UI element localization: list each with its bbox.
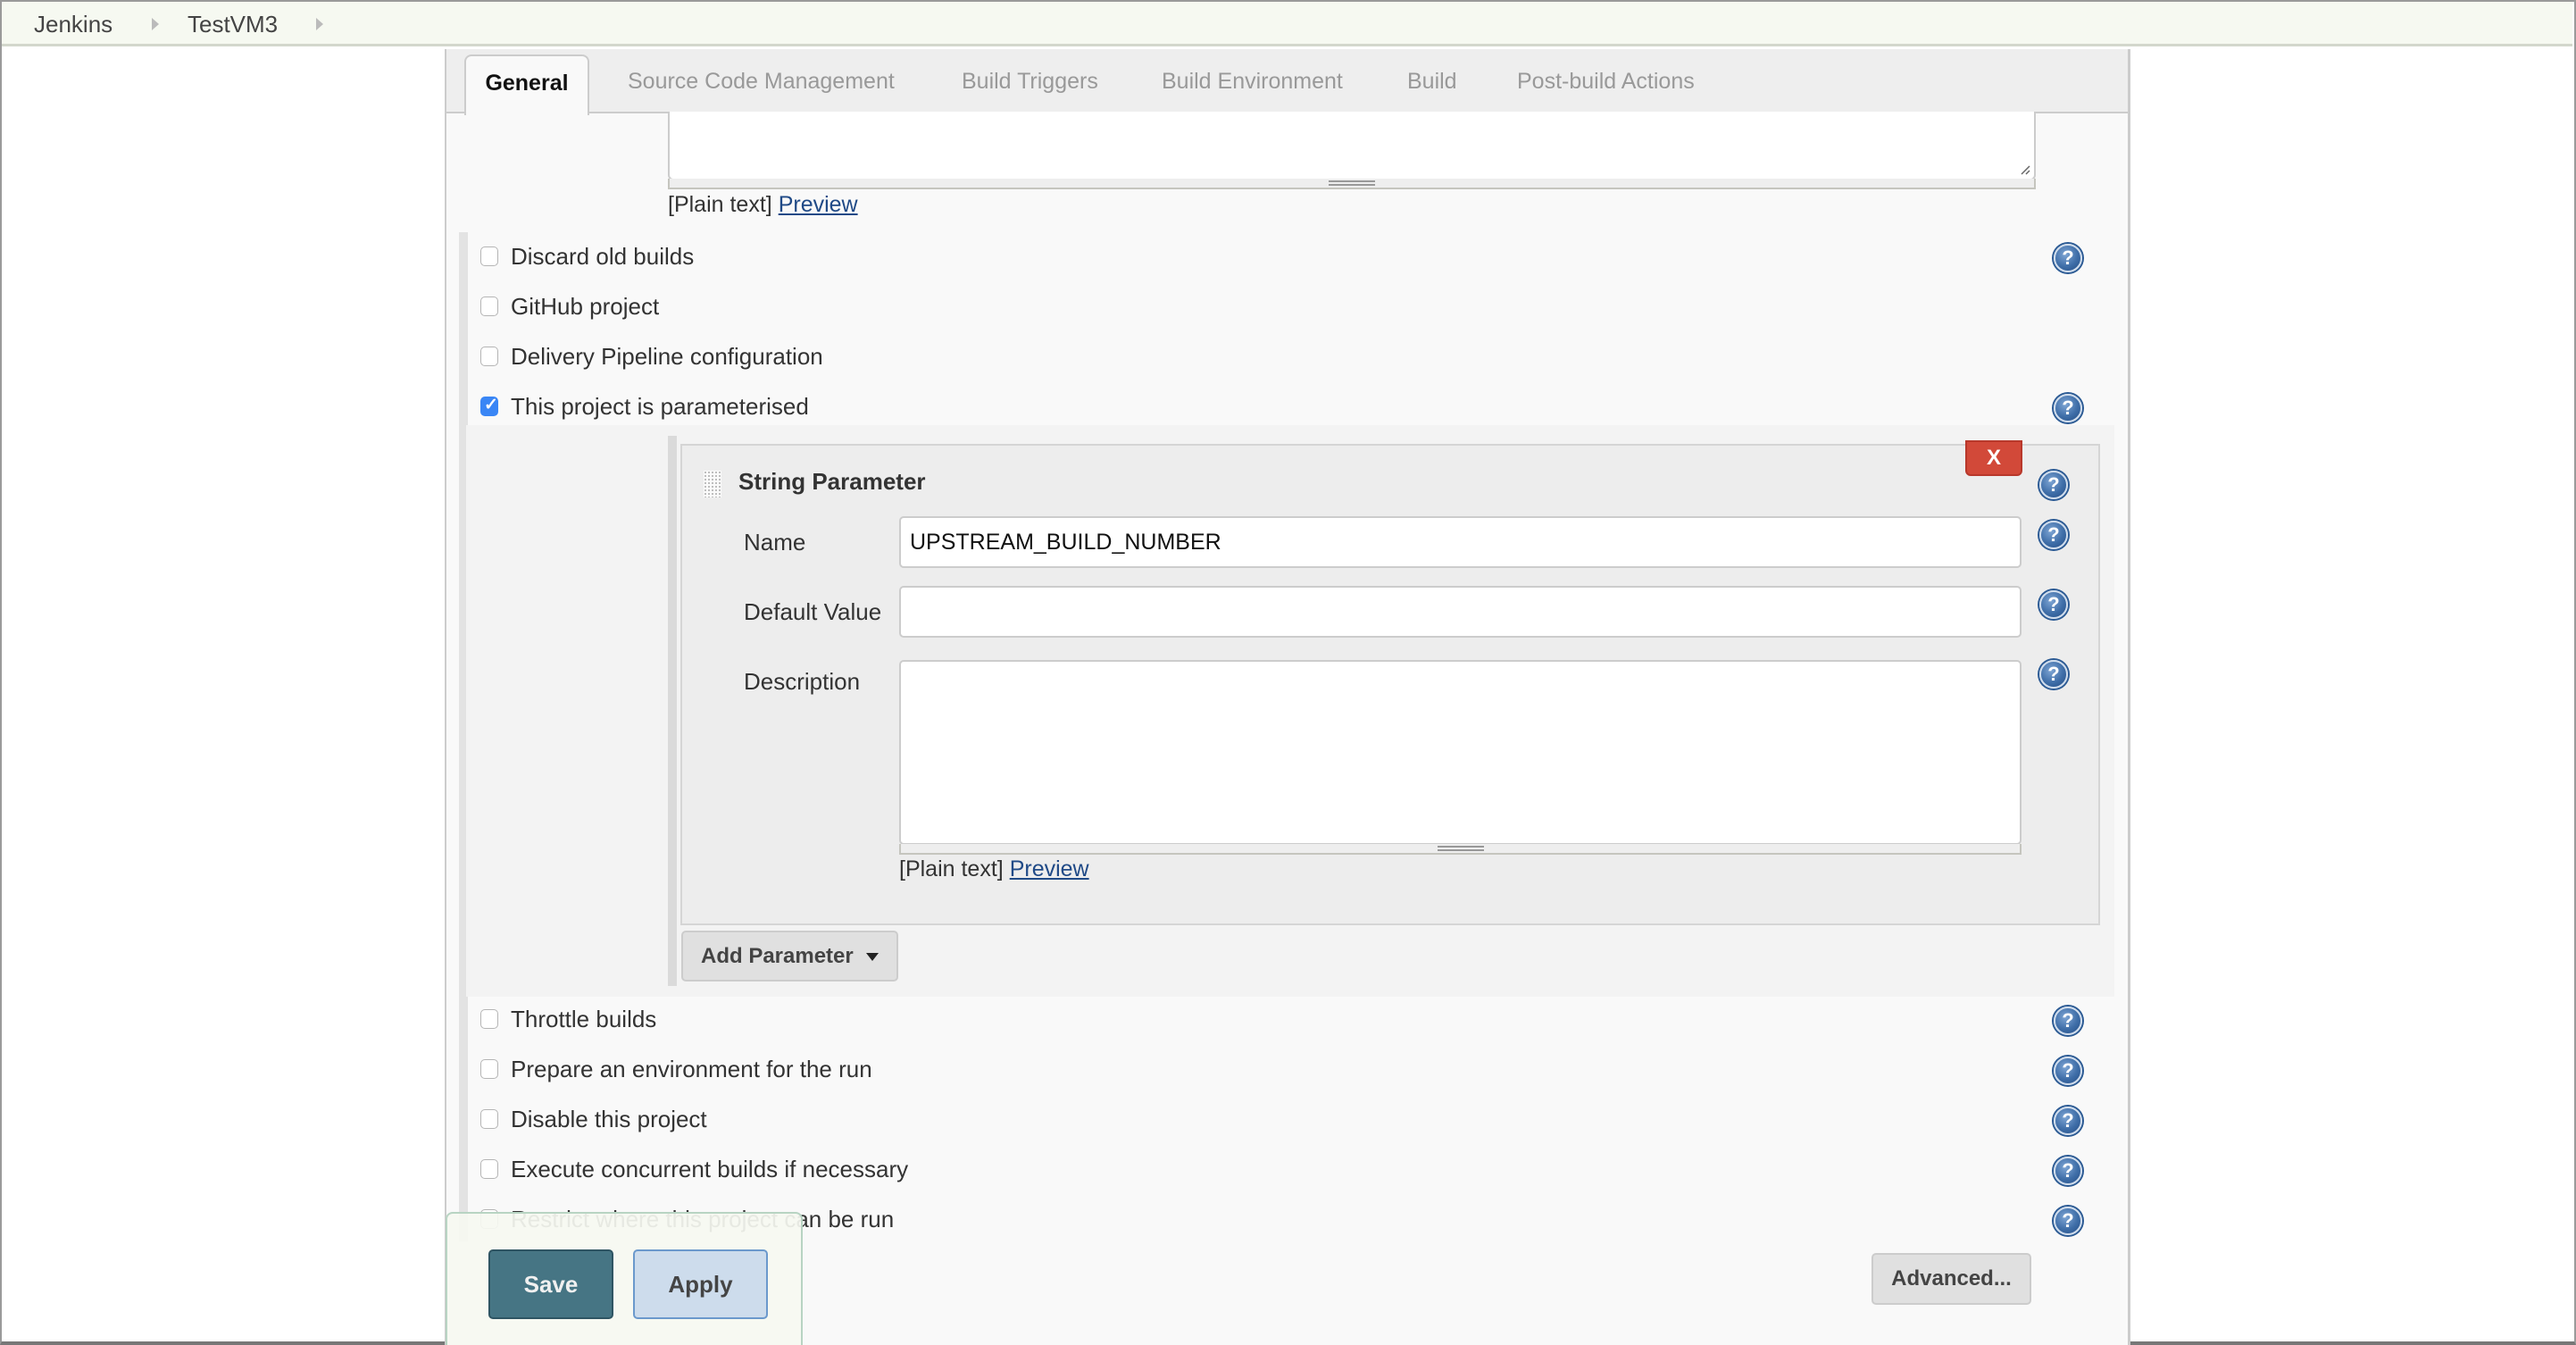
option-label: Throttle builds: [511, 1005, 657, 1032]
checkbox-concurrent-builds[interactable]: [480, 1159, 498, 1179]
breadcrumb: Jenkins TestVM3: [2, 2, 2572, 46]
help-icon[interactable]: ?: [2039, 471, 2068, 499]
tab-bar: General Source Code Management Build Tri…: [446, 49, 2128, 115]
checkbox-github-project[interactable]: [480, 297, 498, 316]
string-parameter-title: String Parameter: [738, 468, 926, 495]
help-icon[interactable]: ?: [2054, 1207, 2082, 1235]
project-description-format: [Plain text] Preview: [668, 192, 858, 218]
add-parameter-button[interactable]: Add Parameter: [681, 931, 898, 982]
option-concurrent-builds[interactable]: Execute concurrent builds if necessary: [480, 1156, 908, 1182]
checkbox-disable-project[interactable]: [480, 1109, 498, 1129]
breadcrumb-chevron-icon[interactable]: [152, 18, 159, 30]
project-description-textarea[interactable]: [668, 112, 2036, 180]
help-icon[interactable]: ?: [2039, 521, 2068, 549]
checkbox-parameterised[interactable]: [480, 395, 498, 416]
tab-build-triggers[interactable]: Build Triggers: [962, 69, 1098, 95]
option-label: Execute concurrent builds if necessary: [511, 1155, 909, 1182]
checkbox-throttle-builds[interactable]: [480, 1009, 498, 1029]
save-button[interactable]: Save: [488, 1249, 613, 1319]
drag-handle-icon[interactable]: [704, 471, 721, 497]
help-icon[interactable]: ?: [2054, 1157, 2082, 1185]
option-label: Discard old builds: [511, 242, 695, 270]
tab-build[interactable]: Build: [1407, 69, 1457, 95]
checkbox-prepare-environment[interactable]: [480, 1059, 498, 1079]
option-label: Delivery Pipeline configuration: [511, 342, 823, 370]
preview-link[interactable]: Preview: [1010, 856, 1089, 881]
tab-general[interactable]: General: [464, 54, 589, 115]
option-parameterised[interactable]: This project is parameterised: [480, 393, 809, 420]
default-value-input[interactable]: [899, 586, 2022, 638]
breadcrumb-chevron-icon[interactable]: [316, 18, 323, 30]
grip-icon: [1437, 846, 1484, 851]
option-throttle-builds[interactable]: Throttle builds: [480, 1006, 656, 1032]
option-label: GitHub project: [511, 292, 660, 320]
checkbox-delivery-pipeline[interactable]: [480, 347, 498, 366]
help-icon[interactable]: ?: [2039, 590, 2068, 619]
caret-down-icon: [865, 952, 879, 961]
apply-button[interactable]: Apply: [633, 1249, 768, 1319]
option-prepare-environment[interactable]: Prepare an environment for the run: [480, 1056, 872, 1082]
textarea-grip[interactable]: [668, 179, 2036, 189]
textarea-grip[interactable]: [899, 844, 2022, 855]
parameter-description-textarea[interactable]: [899, 660, 2022, 845]
name-input[interactable]: [899, 516, 2022, 568]
option-label: Disable this project: [511, 1105, 707, 1132]
add-parameter-label: Add Parameter: [701, 943, 854, 968]
delete-parameter-button[interactable]: X: [1965, 440, 2022, 476]
option-github-project[interactable]: GitHub project: [480, 293, 659, 320]
help-icon[interactable]: ?: [2039, 660, 2068, 689]
option-label: Prepare an environment for the run: [511, 1055, 872, 1082]
option-label: This project is parameterised: [511, 392, 809, 420]
tab-post-build-actions[interactable]: Post-build Actions: [1517, 69, 1695, 95]
advanced-button[interactable]: Advanced...: [1872, 1253, 2031, 1305]
option-discard-old-builds[interactable]: Discard old builds: [480, 243, 694, 270]
default-value-label: Default Value: [744, 598, 882, 625]
help-icon[interactable]: ?: [2054, 244, 2082, 272]
grip-icon: [1329, 180, 1375, 186]
breadcrumb-testvm3[interactable]: TestVM3: [188, 11, 278, 38]
preview-link[interactable]: Preview: [779, 192, 858, 217]
breadcrumb-jenkins[interactable]: Jenkins: [34, 11, 113, 38]
tab-source-code-management[interactable]: Source Code Management: [628, 69, 895, 95]
resize-handle-icon[interactable]: [2020, 164, 2030, 175]
plain-text-label: [Plain text]: [668, 192, 772, 217]
plain-text-label: [Plain text]: [899, 856, 1004, 881]
help-icon[interactable]: ?: [2054, 394, 2082, 422]
help-icon[interactable]: ?: [2054, 1007, 2082, 1035]
tab-build-environment[interactable]: Build Environment: [1162, 69, 1343, 95]
parameter-description-format: [Plain text] Preview: [899, 856, 1089, 882]
help-icon[interactable]: ?: [2054, 1057, 2082, 1085]
name-label: Name: [744, 529, 806, 556]
parameters-bar: [668, 436, 677, 986]
description-label: Description: [744, 668, 861, 695]
checkbox-discard-old-builds[interactable]: [480, 246, 498, 266]
option-disable-project[interactable]: Disable this project: [480, 1106, 707, 1132]
help-icon[interactable]: ?: [2054, 1107, 2082, 1135]
option-delivery-pipeline[interactable]: Delivery Pipeline configuration: [480, 343, 823, 370]
